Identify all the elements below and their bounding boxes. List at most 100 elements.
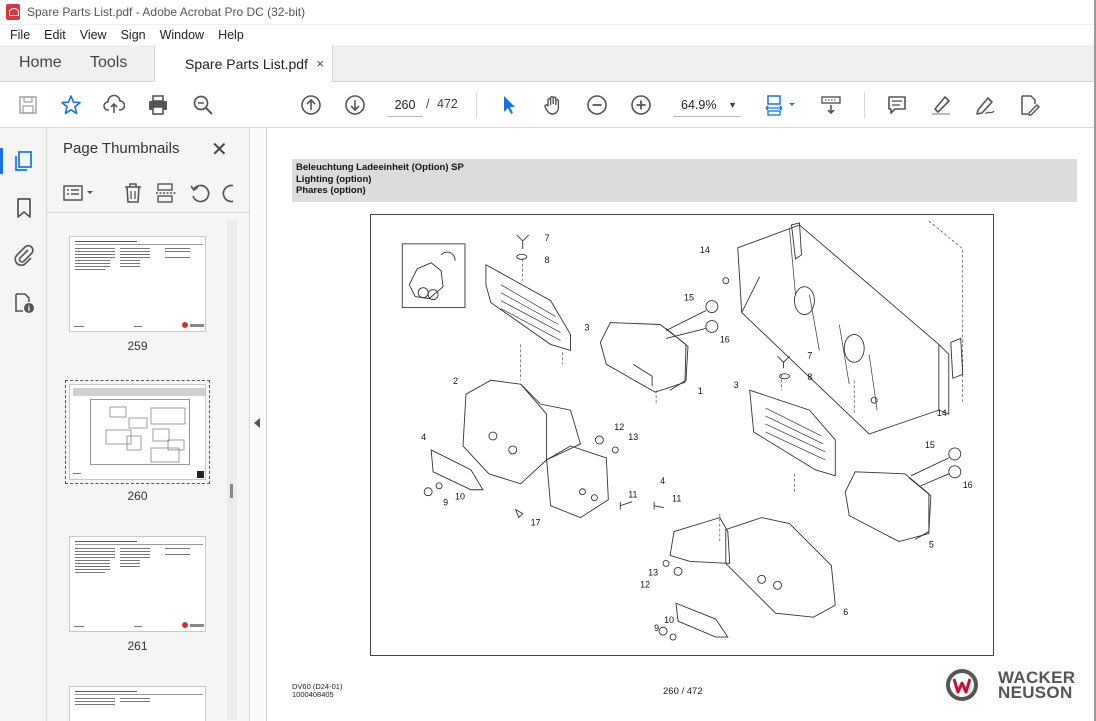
logo-emblem [946,669,978,701]
select-cursor-icon[interactable] [497,93,521,117]
tab-close-icon[interactable]: × [316,56,324,71]
upload-cloud-icon[interactable] [102,93,126,117]
part-callout-12: 12 [614,422,624,432]
part-callout-14: 14 [937,408,947,418]
hand-tool-icon[interactable] [541,93,565,117]
rotate-left-icon[interactable] [189,182,211,204]
zoom-search-icon[interactable] [191,93,215,117]
part-callout-17: 17 [531,518,541,528]
attachments-icon[interactable] [12,243,36,267]
tab-document[interactable]: Spare Parts List.pdf × [154,45,333,82]
menu-file[interactable]: File [10,28,30,42]
fit-page-icon[interactable] [763,93,799,117]
thumbnails-toolbar [47,173,250,213]
menu-sign[interactable]: Sign [121,28,146,42]
thumbnail-label-259: 259 [127,339,148,353]
highlight-pen-icon[interactable] [929,93,953,117]
page-thumbnail-259[interactable] [69,236,206,332]
save-icon[interactable] [16,93,40,117]
part-callout-9: 9 [654,623,659,633]
bookmarks-icon[interactable] [12,196,36,220]
part-callout-15: 15 [925,440,935,450]
part-callout-7: 7 [545,233,550,243]
brand-mark [182,322,188,328]
panel-title: Page Thumbnails [63,140,180,157]
document-view: Beleuchtung Ladeeinheit (Option) SP Ligh… [268,128,1096,721]
tab-home[interactable]: Home [19,54,62,72]
part-callout-15: 15 [684,293,694,303]
acrobat-pdf-icon [6,4,20,20]
sign-pen-icon[interactable] [973,93,997,117]
tab-bar: Home Tools Spare Parts List.pdf × [0,45,1096,82]
print-icon[interactable] [146,93,170,117]
chevron-down-icon: ▼ [728,100,737,110]
page-thumbnail-260[interactable] [65,380,210,484]
part-callout-11: 11 [672,494,681,504]
menu-edit[interactable]: Edit [44,28,66,42]
menu-window[interactable]: Window [160,28,204,42]
part-callout-13: 13 [648,567,658,577]
thumbnail-drawing [90,399,190,465]
thumbnail-label-260: 260 [127,489,148,503]
delete-page-icon[interactable] [122,182,144,204]
header-french: Phares (option) [296,185,366,196]
navigation-rail: i [0,128,47,721]
page-thumbnails-icon[interactable] [12,149,36,173]
zoom-level-select[interactable]: 64.9% ▼ [673,93,741,117]
window-titlebar: Spare Parts List.pdf - Adobe Acrobat Pro… [0,0,1096,25]
edit-pdf-icon[interactable] [1017,93,1041,117]
insert-page-icon[interactable] [155,182,177,204]
part-callout-14: 14 [700,245,710,255]
bookmark-star-icon[interactable] [59,93,83,117]
scrollbar-thumb[interactable] [230,484,233,498]
thumbnails-scrollbar[interactable] [227,220,237,720]
part-callout-6: 6 [843,607,848,617]
brand-mark [197,471,204,478]
zoom-in-icon[interactable] [629,93,653,117]
page-footer-left: DV60 (D24-01) 1000408405 [292,683,342,699]
part-callout-11: 11 [628,490,637,500]
tab-tools[interactable]: Tools [90,54,127,72]
page-header-band: Beleuchtung Ladeeinheit (Option) SP Ligh… [292,159,1077,202]
part-callout-16: 16 [720,334,730,344]
close-icon[interactable]: ✕ [211,137,228,162]
panel-collapse-handle[interactable] [251,128,267,721]
security-settings-icon[interactable]: i [12,291,36,315]
part-callout-2: 2 [453,376,458,386]
part-callout-8: 8 [545,255,550,265]
tab-document-label: Spare Parts List.pdf [185,55,308,72]
part-callout-12: 12 [640,579,650,589]
zoom-level-value: 64.9% [681,98,717,112]
wacker-neuson-logo: WACKER NEUSON [944,668,1084,702]
toolbar-divider [476,92,477,118]
part-callout-7: 7 [807,350,812,360]
footer-page-indicator: 260 / 472 [663,686,703,697]
page-number-input[interactable]: 260 [387,93,423,117]
part-callout-8: 8 [807,372,812,382]
scroll-mode-icon[interactable] [819,93,843,117]
svg-text:i: i [28,305,30,313]
brand-mark [182,622,188,628]
menu-view[interactable]: View [80,28,107,42]
part-callout-5: 5 [929,539,934,549]
page-thumbnail-262[interactable] [69,686,206,721]
part-callout-3: 3 [584,322,589,332]
next-page-icon[interactable] [343,93,367,117]
page-thumbnails-panel: Page Thumbnails ✕ 259 260 261 [47,128,250,721]
thumbnail-label-261: 261 [127,639,148,653]
previous-page-icon[interactable] [299,93,323,117]
header-german: Beleuchtung Ladeeinheit (Option) SP [296,162,464,173]
collapse-arrow-icon [254,418,260,428]
options-menu-icon[interactable] [62,182,96,204]
rotate-right-icon[interactable] [221,182,233,204]
exploded-parts-drawing: 1 2 3 3 4 4 5 6 7 7 8 8 9 9 10 10 11 11 12 12 13 13 14 14 15 15 16… [370,214,994,656]
page-thumbnail-261[interactable] [69,536,206,632]
zoom-out-icon[interactable] [585,93,609,117]
comment-icon[interactable] [885,93,909,117]
callout-layer: 12334456778899101011 11121213131414151516… [421,233,973,633]
part-callout-13: 13 [628,432,638,442]
window-title: Spare Parts List.pdf - Adobe Acrobat Pro… [27,5,306,19]
brand-line-2: NEUSON [998,683,1073,702]
menu-help[interactable]: Help [218,28,244,42]
part-callout-9: 9 [443,498,448,508]
